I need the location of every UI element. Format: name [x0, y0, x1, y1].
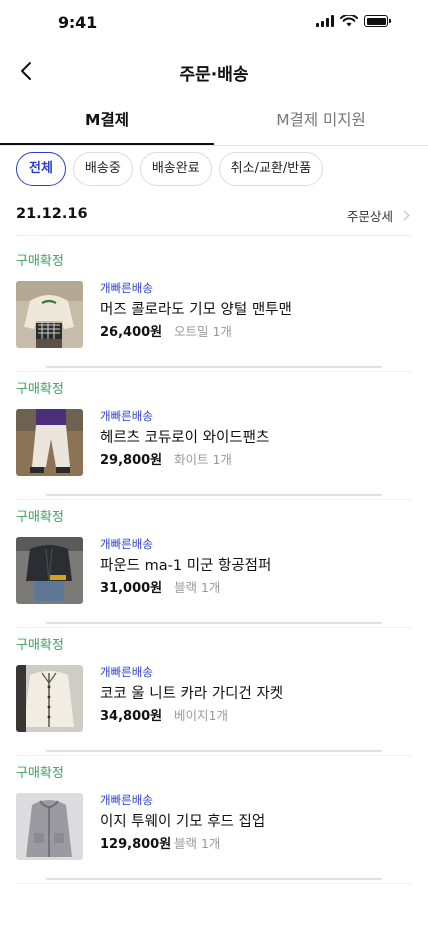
product-thumbnail[interactable]: [16, 537, 83, 604]
fast-delivery-badge: 개빠른배송: [100, 409, 153, 423]
pants-photo-icon: [16, 409, 83, 476]
product-price: 26,400원: [100, 325, 163, 340]
divider: [46, 622, 382, 624]
order-date: 21.12.16: [16, 206, 88, 222]
filter-shipping[interactable]: 배송중: [72, 152, 133, 186]
divider: [46, 366, 382, 368]
status-time: 9:41: [58, 13, 97, 32]
filter-delivered[interactable]: 배송완료: [139, 152, 212, 186]
payment-tabs: M결제 M결제 미지원: [0, 100, 428, 146]
order-status: 구매확정: [16, 254, 64, 269]
fast-delivery-badge: 개빠른배송: [100, 665, 153, 679]
battery-icon: [364, 15, 391, 27]
sweatshirt-photo-icon: [16, 281, 83, 348]
app-header: 주문·배송: [0, 52, 428, 92]
order-status: 구매확정: [16, 510, 64, 525]
product-price: 29,800원: [100, 453, 163, 468]
order-status: 구매확정: [16, 766, 64, 781]
product-name[interactable]: 이지 투웨이 기모 후드 집업: [100, 810, 265, 831]
cellular-signal-icon: [316, 15, 334, 27]
tab-m-payment[interactable]: M결제: [0, 100, 214, 145]
page-title: 주문·배송: [179, 65, 249, 85]
tab-m-payment-unsupported[interactable]: M결제 미지원: [214, 100, 428, 145]
product-price: 31,000원: [100, 581, 163, 596]
product-name[interactable]: 파운드 ma-1 미군 항공점퍼: [100, 554, 271, 575]
order-item: 구매확정 개빠른배송 머즈 콜로라도 기모 양털 맨투맨 26,400원 오트밀…: [16, 244, 412, 372]
divider: [46, 878, 382, 880]
product-thumbnail[interactable]: [16, 665, 83, 732]
divider: [46, 750, 382, 752]
order-date-row: 21.12.16 주문상세: [16, 200, 412, 236]
fast-delivery-badge: 개빠른배송: [100, 537, 153, 551]
product-option: 블랙 1개: [174, 836, 221, 851]
chevron-right-icon: [399, 210, 410, 221]
jacket-photo-icon: [16, 537, 83, 604]
product-thumbnail[interactable]: [16, 793, 83, 860]
cardigan-photo-icon: [16, 665, 83, 732]
product-option: 베이지1개: [174, 708, 228, 723]
order-item: 구매확정 개빠른배송 이지 투웨이 기모 후드 집업 129,800원 블랙 1…: [16, 756, 412, 884]
wifi-icon: [340, 15, 358, 27]
product-option: 블랙 1개: [174, 580, 221, 595]
status-bar: 9:41: [0, 0, 428, 44]
status-icons: [316, 15, 391, 27]
hoodie-photo-icon: [16, 793, 83, 860]
fast-delivery-badge: 개빠른배송: [100, 281, 153, 295]
divider: [46, 494, 382, 496]
filter-chips: 전체 배송중 배송완료 취소/교환/반품: [16, 152, 324, 186]
order-list: 구매확정 개빠른배송 머즈 콜로라도 기모 양털 맨투맨 26,400원 오트밀…: [16, 244, 412, 884]
product-option: 오트밀 1개: [174, 324, 232, 339]
product-name[interactable]: 헤르츠 코듀로이 와이드팬츠: [100, 426, 269, 447]
order-detail-link[interactable]: 주문상세: [346, 206, 410, 225]
order-status: 구매확정: [16, 382, 64, 397]
order-detail-label: 주문상세: [346, 209, 393, 224]
divider: [16, 883, 412, 884]
order-item: 구매확정 개빠른배송 파운드 ma-1 미군 항공점퍼 31,000원 블랙 1…: [16, 500, 412, 628]
order-status: 구매확정: [16, 638, 64, 653]
product-option: 화이트 1개: [174, 452, 232, 467]
filter-cancel-exchange-return[interactable]: 취소/교환/반품: [218, 152, 324, 186]
filter-all[interactable]: 전체: [16, 152, 66, 186]
order-item: 구매확정 개빠른배송 헤르츠 코듀로이 와이드팬츠 29,800원 화이트 1개: [16, 372, 412, 500]
product-name[interactable]: 코코 울 니트 카라 가디건 자켓: [100, 682, 283, 703]
product-price: 34,800원: [100, 709, 163, 724]
product-thumbnail[interactable]: [16, 409, 83, 476]
fast-delivery-badge: 개빠른배송: [100, 793, 153, 807]
order-item: 구매확정 개빠른배송 코코 울 니트 카라 가디건 자켓 34,800원 베이지…: [16, 628, 412, 756]
product-name[interactable]: 머즈 콜로라도 기모 양털 맨투맨: [100, 298, 292, 319]
product-thumbnail[interactable]: [16, 281, 83, 348]
product-price: 129,800원: [100, 837, 172, 852]
